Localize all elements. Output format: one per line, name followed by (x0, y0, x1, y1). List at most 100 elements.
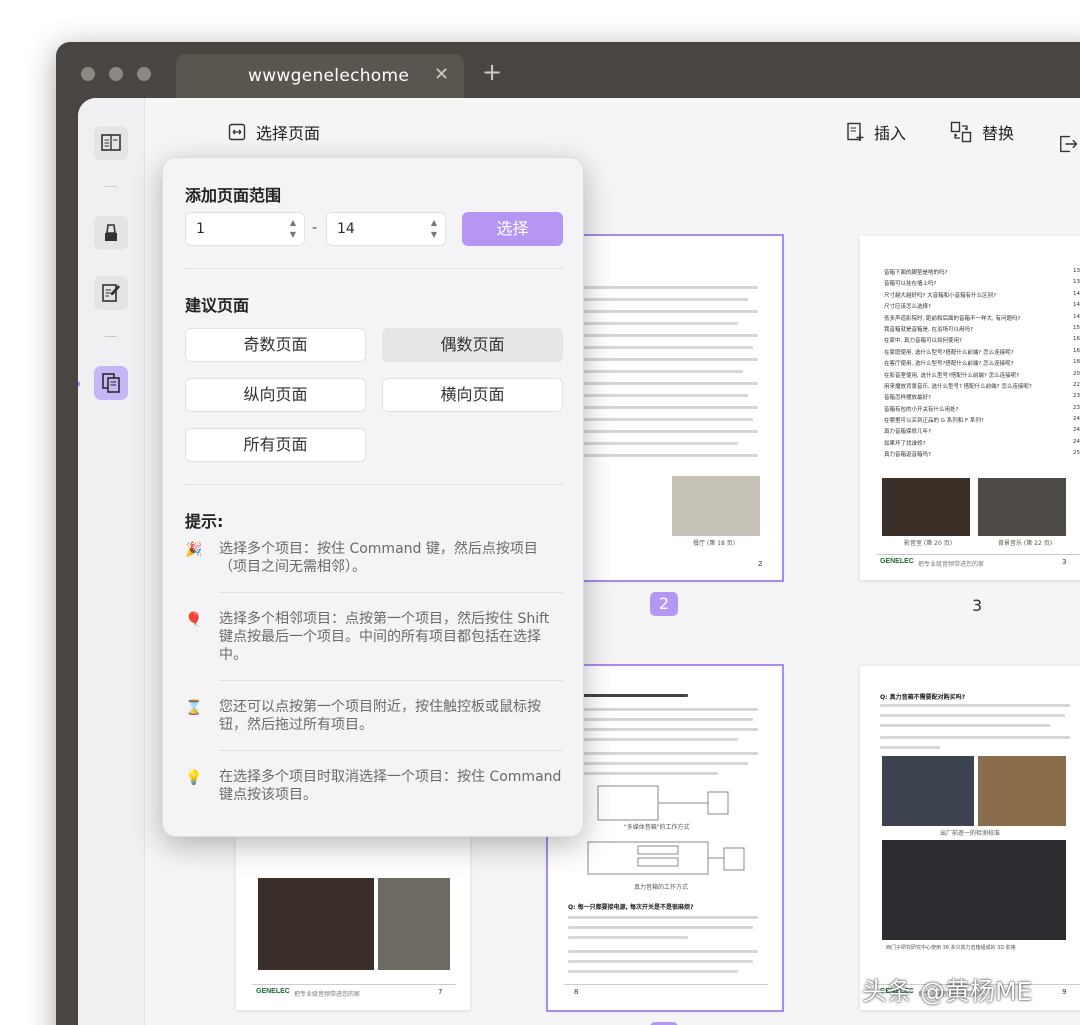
sidebar-divider (105, 336, 117, 337)
highlight-tool-button[interactable] (94, 216, 128, 250)
toc-row: 音箱下面的脚垫是啥的吗? 13 (876, 268, 1080, 279)
sidebar (78, 98, 145, 1025)
text-line (880, 714, 1065, 717)
page-footer-number: 7 (438, 988, 443, 996)
range-start-value: 1 (196, 221, 205, 237)
divider (219, 592, 563, 593)
tip-item: 💡 在选择多个项目时取消选择一个项目：按住 Command 键点按该项目。 (185, 768, 563, 808)
toc-entry: 尺寸应该怎么选择? (884, 304, 931, 311)
question-heading: Q: 真力音箱不需要配对购买吗? (880, 694, 966, 701)
toc-entry: 在家中, 真力音箱可以如何使用? (884, 338, 962, 345)
insert-label: 插入 (874, 124, 907, 143)
toc-row: 尺寸越大越好吗? 大音箱和小音箱有什么区别? 14 (876, 291, 1080, 302)
page-thumbnail-9[interactable]: Q: 真力音箱不需要配对购买吗? 出厂前逐一的检测校准 西门子研究研究中心使用 … (860, 666, 1080, 1010)
range-end-stepper[interactable]: 14 ▲ ▼ (326, 212, 446, 246)
toc-page: 23 (1073, 393, 1080, 400)
toc-entry: 音箱可以挂在墙上吗? (884, 281, 937, 288)
toc-page: 16 (1073, 336, 1080, 343)
toc-page: 22 (1073, 381, 1080, 388)
text-line (568, 926, 753, 929)
text-line (568, 430, 758, 433)
all-pages-button[interactable]: 所有页面 (185, 428, 366, 462)
toc-page: 25 (1073, 450, 1080, 457)
footer-divider (252, 984, 456, 985)
insert-button[interactable]: 插入 (846, 120, 906, 144)
heading-line (568, 694, 688, 697)
signal-flow-diagram (587, 785, 745, 875)
photo-caption: 西门子研究研究中心使用 36 多只真力音箱组成的 3D 影格 (886, 945, 1016, 951)
pages-icon (102, 373, 120, 393)
toc-page: 20 (1073, 370, 1080, 377)
toc-row: 音箱怎样摆放最好? 23 (876, 393, 1080, 404)
stepper-up-icon[interactable]: ▲ (431, 218, 437, 227)
toc-page: 24 (1073, 427, 1080, 434)
portrait-pages-button[interactable]: 纵向页面 (185, 378, 366, 412)
divider (219, 680, 563, 681)
toc-page: 14 (1073, 313, 1080, 320)
tab-close-icon[interactable]: ✕ (434, 64, 449, 85)
background-music-photo (978, 478, 1066, 536)
toc-page: 14 (1073, 290, 1080, 297)
toc-entry: 音箱怎样摆放最好? (884, 395, 931, 402)
text-line (880, 746, 940, 749)
text-line (568, 936, 688, 939)
page-footer-number: 9 (1062, 988, 1067, 996)
toc-page: 15 (1073, 324, 1080, 331)
stepper-up-icon[interactable]: ▲ (290, 218, 296, 227)
question-heading: Q: 每一只都要接电源, 每次开关是不是很麻烦? (568, 904, 694, 911)
replace-button[interactable]: 替换 (950, 120, 1014, 144)
reader-mode-button[interactable] (94, 126, 128, 160)
book-icon (101, 134, 121, 151)
sidebar-divider (105, 186, 117, 187)
stepper-down-icon[interactable]: ▼ (431, 230, 437, 239)
select-pages-button[interactable]: 选择页面 (228, 120, 320, 144)
toc-entry: 用来播放背景音乐, 选什么型号? 搭配什么前端? 怎么连接呢? (884, 383, 1032, 390)
text-line (568, 382, 758, 385)
text-line (568, 738, 738, 741)
organize-pages-button[interactable] (94, 366, 128, 400)
select-range-button[interactable]: 选择 (462, 212, 563, 246)
document-tab[interactable]: wwwgenelechome ✕ (176, 54, 464, 100)
close-window-button[interactable] (81, 67, 95, 81)
toc-entry: 在客厅使用, 选什么型号?搭配什么前端? 怎么连接呢? (884, 361, 1014, 368)
page-number-3: 3 (972, 596, 983, 615)
even-pages-button[interactable]: 偶数页面 (382, 328, 563, 362)
watermark: 头条 @黄杨ME (862, 977, 1033, 1006)
edit-tool-button[interactable] (94, 276, 128, 310)
page-number-2: 2 (650, 592, 678, 616)
footer-text: 把专业级音频带进您的家 (294, 991, 361, 998)
divider (185, 484, 563, 485)
tip-text: 在选择多个项目时取消选择一个项目：按住 Command 键点按该项目。 (219, 769, 562, 803)
tip-item: 🎈 选择多个相邻项目：点按第一个项目，然后按住 Shift 键点按最后一个项目。… (185, 610, 563, 666)
toc-entry: 在家庭使用, 选什么型号?搭配什么前端? 怎么连接呢? (884, 349, 1014, 356)
page-footer-number: 2 (758, 560, 763, 568)
photo-caption-right: 背景音乐 (第 22 页) (998, 540, 1053, 547)
text-line (568, 728, 758, 731)
landscape-pages-button[interactable]: 横向页面 (382, 378, 563, 412)
new-tab-icon[interactable]: + (482, 60, 502, 84)
toc-entry: 真力音箱返音箱吗? (884, 452, 931, 459)
footer-brand: GENELEC (256, 988, 290, 995)
text-line (568, 708, 758, 711)
zoom-window-button[interactable] (137, 67, 151, 81)
hourglass-icon: ⌛ (185, 700, 203, 716)
stepper-down-icon[interactable]: ▼ (290, 230, 296, 239)
select-pages-popover: 添加页面范围 1 ▲ ▼ - 14 ▲ ▼ 选择 建议页面 奇数页面 偶数页面 … (162, 157, 584, 837)
toc-row: 在家中, 真力音箱可以如何使用? 16 (876, 336, 1080, 347)
text-line (568, 762, 748, 765)
toc-row: 在哪里可以买到正品的 G 系列和 F 系列? 24 (876, 416, 1080, 427)
extract-button[interactable]: 提取 (1058, 120, 1080, 168)
text-line (568, 298, 748, 301)
toc-entry: 真力音箱保修几年? (884, 429, 931, 436)
text-line (880, 704, 1070, 707)
page-thumbnail-3[interactable]: 音箱下面的脚垫是啥的吗? 13 音箱可以挂在墙上吗? 13 尺寸越大越好吗? 大音箱和小… (860, 236, 1080, 580)
toc-row: 真力音箱保修几年? 24 (876, 427, 1080, 438)
light-bulb-icon: 💡 (185, 770, 203, 786)
tip-text: 您还可以点按第一个项目附近，按住触控板或鼠标按钮，然后拖过所有项目。 (219, 699, 541, 733)
text-line (568, 960, 753, 963)
minimize-window-button[interactable] (109, 67, 123, 81)
toc-page: 24 (1073, 416, 1080, 423)
speaker-cutaway-photo (378, 878, 450, 970)
range-start-stepper[interactable]: 1 ▲ ▼ (185, 212, 305, 246)
odd-pages-button[interactable]: 奇数页面 (185, 328, 366, 362)
